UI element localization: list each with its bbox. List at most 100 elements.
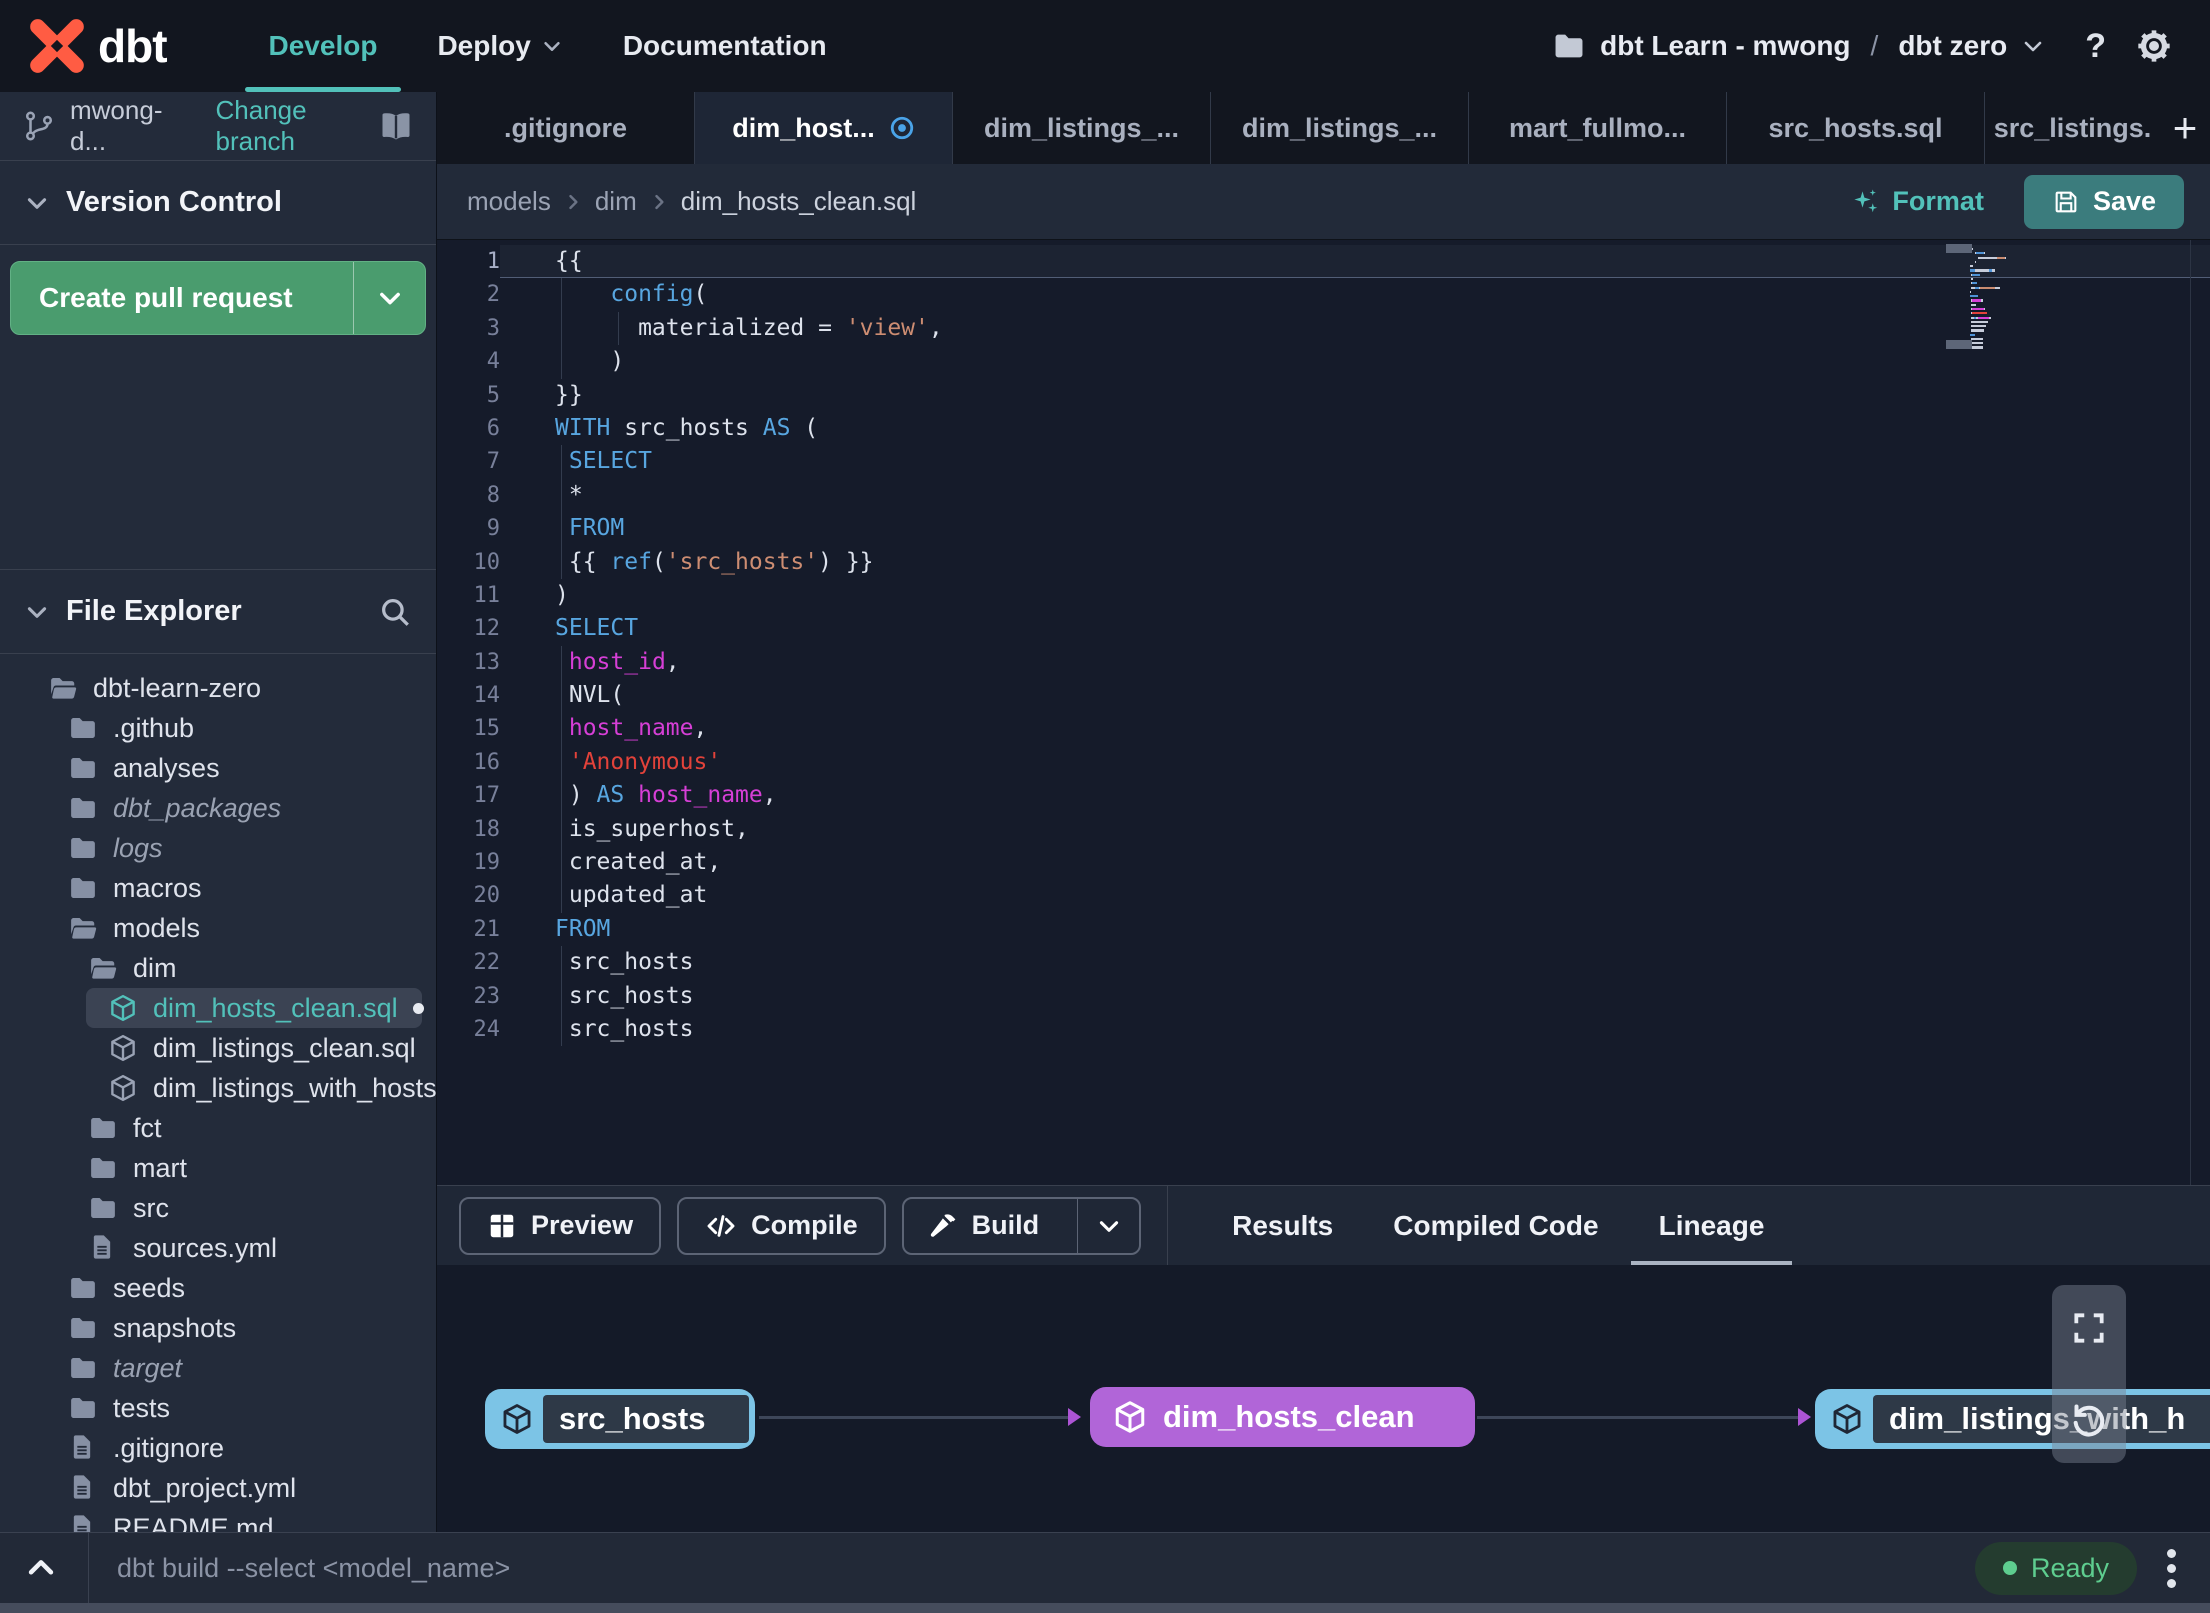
- sparkles-icon: [1850, 187, 1880, 217]
- minimap[interactable]: [1970, 248, 2042, 351]
- environment-chevron-down-icon[interactable]: [2021, 34, 2045, 58]
- code-line[interactable]: 15 host_name,: [437, 712, 2210, 746]
- code-line[interactable]: 1 {{: [437, 245, 2210, 279]
- code-line[interactable]: 17 ) AS host_name,: [437, 779, 2210, 813]
- editor-tab-strip: .gitignore dim_host... dim_listings_... …: [437, 92, 2210, 164]
- code-line[interactable]: 16 'Anonymous': [437, 745, 2210, 780]
- command-bar-divider: [88, 1533, 89, 1603]
- editor-tab-dim-host[interactable]: dim_host...: [695, 92, 953, 164]
- command-input[interactable]: dbt build --select <model_name>: [117, 1553, 510, 1584]
- code-line[interactable]: 8 *: [437, 478, 2210, 513]
- tree-item-sources-yml[interactable]: sources.yml: [0, 1228, 436, 1268]
- editor-tab-gitignore[interactable]: .gitignore: [437, 92, 695, 164]
- code-line[interactable]: 6 WITH src_hosts AS (: [437, 412, 2210, 445]
- code-line[interactable]: 5 }}: [437, 379, 2210, 412]
- editor-tab-dim-listings[interactable]: dim_listings_...: [953, 92, 1211, 164]
- lineage-canvas[interactable]: src_hosts dim_hosts_clean dim_listings_w…: [437, 1265, 2210, 1532]
- lineage-node-dim-hosts-clean[interactable]: dim_hosts_clean: [1090, 1387, 1475, 1447]
- topbar-nav-documentation[interactable]: Documentation: [593, 0, 857, 92]
- editor-scrollbar[interactable]: [2190, 240, 2191, 1185]
- lineage-node-dim-listings-with-hosts[interactable]: dim_listings_with_h: [1815, 1389, 2210, 1449]
- code-line[interactable]: 11 ): [437, 579, 2210, 612]
- code-line[interactable]: 7 SELECT: [437, 445, 2210, 479]
- environment-name[interactable]: dbt zero: [1898, 30, 2007, 62]
- tree-item-seeds[interactable]: seeds: [0, 1268, 436, 1308]
- code-line[interactable]: 4 ): [437, 345, 2210, 379]
- editor-tab-src-hosts-sql[interactable]: src_hosts.sql: [1727, 92, 1985, 164]
- tree-item-dim-listings-with-hosts[interactable]: dim_listings_with_hosts...: [0, 1068, 436, 1108]
- compile-button[interactable]: Compile: [677, 1196, 886, 1255]
- tree-item-dbt-packages[interactable]: dbt_packages: [0, 788, 436, 828]
- tree-item-target[interactable]: target: [0, 1348, 436, 1388]
- file-search-icon[interactable]: [378, 595, 412, 629]
- tree-item-dim-hosts-clean-sql[interactable]: dim_hosts_clean.sql: [86, 988, 424, 1028]
- code-line[interactable]: 23 src_hosts: [437, 979, 2210, 1013]
- preview-button[interactable]: Preview: [459, 1196, 662, 1255]
- tree-item-src[interactable]: src: [0, 1188, 436, 1228]
- panel-tab-compiled-code[interactable]: Compiled Code: [1393, 1186, 1598, 1265]
- code-line[interactable]: 3 materialized = 'view',: [437, 311, 2210, 346]
- code-line[interactable]: 24 src_hosts: [437, 1012, 2210, 1047]
- tree-item-analyses[interactable]: analyses: [0, 748, 436, 788]
- tree-item-dbt-learn-zero[interactable]: dbt-learn-zero: [0, 668, 436, 708]
- lineage-node-src-hosts[interactable]: src_hosts: [485, 1389, 755, 1449]
- tree-item-tests[interactable]: tests: [0, 1388, 436, 1428]
- topbar-nav-develop[interactable]: Develop: [239, 0, 408, 92]
- tree-item-dim-listings-clean-sql[interactable]: dim_listings_clean.sql: [0, 1028, 436, 1068]
- new-tab-plus-icon[interactable]: +: [2160, 92, 2210, 164]
- editor-tab-src-listings[interactable]: src_listings.: [1985, 92, 2160, 164]
- line-number: 18: [473, 816, 501, 842]
- build-caret[interactable]: [1077, 1198, 1139, 1253]
- fullscreen-icon[interactable]: [2070, 1309, 2108, 1347]
- chevron-up-icon[interactable]: [0, 1551, 88, 1585]
- tree-item-gitignore[interactable]: .gitignore: [0, 1428, 436, 1468]
- create-pull-request-caret[interactable]: [353, 262, 425, 334]
- version-control-header[interactable]: Version Control: [0, 161, 436, 245]
- tree-item-fct[interactable]: fct: [0, 1108, 436, 1148]
- panel-tabs: Results Compiled Code Lineage: [1232, 1186, 1793, 1265]
- line-number: 9: [486, 516, 500, 542]
- create-pull-request-button[interactable]: Create pull request: [10, 261, 426, 335]
- build-button[interactable]: Build: [901, 1196, 1142, 1255]
- change-branch-link[interactable]: Change branch: [216, 95, 378, 157]
- tree-item-github[interactable]: .github: [0, 708, 436, 748]
- refresh-icon[interactable]: [2069, 1399, 2109, 1439]
- editor-tab-dim-listings[interactable]: dim_listings_...: [1211, 92, 1469, 164]
- breadcrumb-item[interactable]: dim: [595, 186, 637, 217]
- code-line[interactable]: 13 host_id,: [437, 645, 2210, 680]
- code-line[interactable]: 18 is_superhost,: [437, 812, 2210, 847]
- topbar-right: dbt Learn - mwong / dbt zero ?: [1552, 0, 2210, 92]
- tree-item-readme-md[interactable]: README.md: [0, 1508, 436, 1532]
- kebab-menu-icon[interactable]: [2167, 1548, 2176, 1588]
- code-line[interactable]: 21 FROM: [437, 913, 2210, 946]
- code-line[interactable]: 19 created_at,: [437, 846, 2210, 880]
- tree-item-logs[interactable]: logs: [0, 828, 436, 868]
- code-line[interactable]: 10 {{ ref('src_hosts') }}: [437, 545, 2210, 579]
- file-explorer-header[interactable]: File Explorer: [0, 570, 436, 654]
- tree-item-models[interactable]: models: [0, 908, 436, 948]
- breadcrumb-item[interactable]: models: [467, 186, 551, 217]
- editor-tab-mart-fullmo[interactable]: mart_fullmo...: [1469, 92, 1727, 164]
- format-button[interactable]: Format: [1850, 186, 1984, 217]
- help-icon[interactable]: ?: [2085, 27, 2106, 66]
- tree-item-dim[interactable]: dim: [0, 948, 436, 988]
- code-line[interactable]: 9 FROM: [437, 512, 2210, 546]
- code-line[interactable]: 14 NVL(: [437, 679, 2210, 713]
- save-button[interactable]: Save: [2023, 174, 2184, 229]
- tree-item-snapshots[interactable]: snapshots: [0, 1308, 436, 1348]
- code-line[interactable]: 20 updated_at: [437, 879, 2210, 913]
- settings-gear-icon[interactable]: [2134, 26, 2174, 66]
- code-line[interactable]: 12 SELECT: [437, 612, 2210, 645]
- code-editor[interactable]: 1 {{ 2 config( 3 materialized = 'view', …: [437, 240, 2210, 1185]
- code-line[interactable]: 2 config(: [437, 278, 2210, 312]
- dbt-logo[interactable]: dbt: [0, 0, 168, 92]
- project-name[interactable]: dbt Learn - mwong: [1600, 30, 1850, 62]
- tree-item-macros[interactable]: macros: [0, 868, 436, 908]
- topbar-nav-deploy[interactable]: Deploy: [407, 0, 592, 92]
- tree-item-mart[interactable]: mart: [0, 1148, 436, 1188]
- docs-book-icon[interactable]: [378, 108, 414, 144]
- panel-tab-lineage[interactable]: Lineage: [1630, 1186, 1793, 1265]
- panel-tab-results[interactable]: Results: [1232, 1186, 1333, 1265]
- tree-item-dbt-project-yml[interactable]: dbt_project.yml: [0, 1468, 436, 1508]
- code-line[interactable]: 22 src_hosts: [437, 946, 2210, 980]
